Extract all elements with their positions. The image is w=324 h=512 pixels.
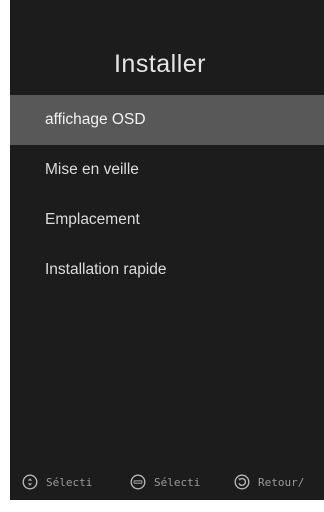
menu-item-label: Emplacement <box>45 211 140 228</box>
enter-icon <box>130 474 146 490</box>
return-icon <box>234 474 250 490</box>
hint-navigate: Sélecti <box>22 470 112 494</box>
hint-enter-label: Sélecti <box>154 475 201 489</box>
menu-item-osd-display[interactable]: affichage OSD <box>10 95 324 145</box>
footer-hint-bar: Sélecti Sélecti Retour/ <box>10 470 324 494</box>
menu-item-label: Mise en veille <box>45 161 139 178</box>
menu-item-label: Installation rapide <box>45 261 167 278</box>
menu-item-quick-setup[interactable]: Installation rapide <box>10 245 324 295</box>
menu-item-standby[interactable]: Mise en veille <box>10 145 324 195</box>
menu-item-label: affichage OSD <box>45 111 146 128</box>
settings-menu-list: affichage OSD Mise en veille Emplacement… <box>10 95 324 295</box>
hint-return: Retour/ <box>234 470 324 494</box>
page-title: Installer <box>113 50 207 78</box>
hint-return-label: Retour/ <box>258 475 305 489</box>
navigate-updown-icon <box>22 474 38 490</box>
hint-navigate-label: Sélecti <box>46 475 93 489</box>
hint-enter: Sélecti <box>130 470 218 494</box>
menu-item-location[interactable]: Emplacement <box>10 195 324 245</box>
installer-menu-panel: Installer affichage OSD Mise en veille E… <box>10 0 324 500</box>
